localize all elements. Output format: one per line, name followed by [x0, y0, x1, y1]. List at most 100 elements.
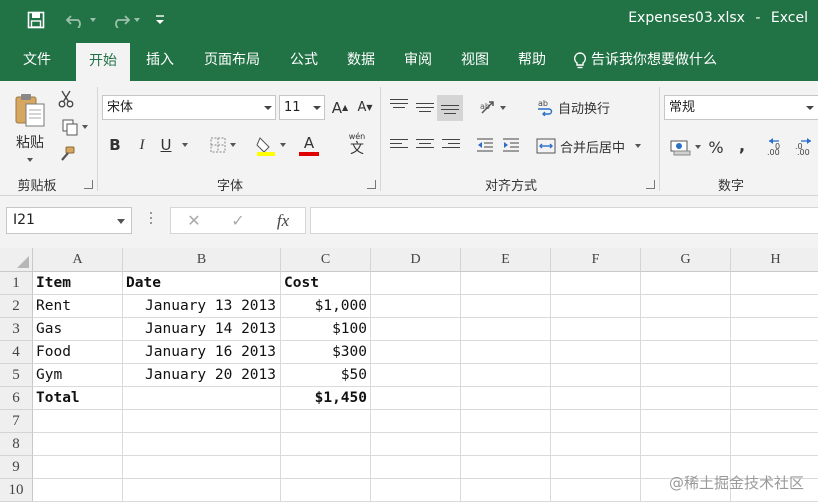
row-header[interactable]: 9: [0, 456, 33, 479]
cell-e5[interactable]: [461, 364, 551, 387]
tell-me-box[interactable]: 告诉我你想要做什么: [573, 40, 717, 81]
cell-e9[interactable]: [461, 456, 551, 479]
row-header[interactable]: 5: [0, 364, 33, 387]
increase-indent-icon[interactable]: [500, 135, 522, 157]
cell-e8[interactable]: [461, 433, 551, 456]
cell-a8[interactable]: [33, 433, 123, 456]
cell-b1[interactable]: Date: [123, 272, 281, 295]
cell-f6[interactable]: [551, 387, 641, 410]
cell-c9[interactable]: [281, 456, 371, 479]
percent-button[interactable]: %: [706, 135, 726, 159]
column-header-c[interactable]: C: [281, 248, 371, 272]
grip-icon[interactable]: [150, 212, 152, 228]
comma-button[interactable]: ,: [734, 133, 750, 157]
decrease-decimal-icon[interactable]: .0.00: [792, 133, 816, 159]
cell-h8[interactable]: [731, 433, 818, 456]
cell-f1[interactable]: [551, 272, 641, 295]
redo-icon[interactable]: [104, 8, 144, 32]
cell-c5[interactable]: $50: [281, 364, 371, 387]
cell-g7[interactable]: [641, 410, 731, 433]
decrease-indent-icon[interactable]: [474, 135, 496, 157]
cell-h2[interactable]: [731, 295, 818, 318]
cell-a4[interactable]: Food: [33, 341, 123, 364]
accounting-format-button[interactable]: [666, 135, 704, 159]
cell-d2[interactable]: [371, 295, 461, 318]
cell-e3[interactable]: [461, 318, 551, 341]
cell-d4[interactable]: [371, 341, 461, 364]
row-header[interactable]: 7: [0, 410, 33, 433]
cell-c6[interactable]: $1,450: [281, 387, 371, 410]
clipboard-launcher-icon[interactable]: [84, 180, 93, 189]
cell-a9[interactable]: [33, 456, 123, 479]
column-header-g[interactable]: G: [641, 248, 731, 272]
underline-button[interactable]: U: [156, 133, 176, 157]
cell-b4[interactable]: January 16 2013: [123, 341, 281, 364]
select-all-button[interactable]: [0, 248, 33, 272]
row-header[interactable]: 8: [0, 433, 33, 456]
cell-h5[interactable]: [731, 364, 818, 387]
cell-e1[interactable]: [461, 272, 551, 295]
cell-f9[interactable]: [551, 456, 641, 479]
align-left-icon[interactable]: [390, 139, 408, 153]
undo-icon[interactable]: [60, 8, 100, 32]
cell-e2[interactable]: [461, 295, 551, 318]
cell-f7[interactable]: [551, 410, 641, 433]
merge-center-button[interactable]: 合并后居中: [536, 133, 656, 159]
increase-decimal-icon[interactable]: .00 0: [764, 133, 788, 159]
customize-quick-access-icon[interactable]: [150, 8, 170, 32]
paste-button[interactable]: 粘贴: [8, 87, 52, 167]
cell-a7[interactable]: [33, 410, 123, 433]
font-size-select[interactable]: 11: [279, 95, 325, 120]
cell-d8[interactable]: [371, 433, 461, 456]
cell-d9[interactable]: [371, 456, 461, 479]
cell-h6[interactable]: [731, 387, 818, 410]
cell-c2[interactable]: $1,000: [281, 295, 371, 318]
cell-g6[interactable]: [641, 387, 731, 410]
orientation-button[interactable]: ab: [474, 97, 510, 119]
cell-c1[interactable]: Cost: [281, 272, 371, 295]
cell-b5[interactable]: January 20 2013: [123, 364, 281, 387]
row-header[interactable]: 4: [0, 341, 33, 364]
cell-f5[interactable]: [551, 364, 641, 387]
name-box[interactable]: I21: [6, 207, 132, 234]
cell-f10[interactable]: [551, 479, 641, 502]
cell-g1[interactable]: [641, 272, 731, 295]
cell-h1[interactable]: [731, 272, 818, 295]
row-header[interactable]: 10: [0, 479, 33, 502]
column-header-b[interactable]: B: [123, 248, 281, 272]
cell-d7[interactable]: [371, 410, 461, 433]
cell-f8[interactable]: [551, 433, 641, 456]
bold-button[interactable]: B: [105, 133, 125, 157]
cancel-icon[interactable]: ✕: [176, 208, 212, 233]
cell-a2[interactable]: Rent: [33, 295, 123, 318]
cell-b7[interactable]: [123, 410, 281, 433]
phonetic-button[interactable]: wén 文: [340, 129, 374, 159]
align-right-icon[interactable]: [442, 139, 460, 153]
cut-icon[interactable]: [56, 89, 76, 109]
cell-d6[interactable]: [371, 387, 461, 410]
font-name-select[interactable]: 宋体: [102, 95, 276, 120]
cell-f4[interactable]: [551, 341, 641, 364]
cell-c3[interactable]: $100: [281, 318, 371, 341]
borders-button[interactable]: [202, 133, 242, 157]
italic-button[interactable]: I: [132, 133, 152, 157]
middle-align-icon[interactable]: [416, 103, 434, 117]
top-align-icon[interactable]: [390, 99, 408, 113]
column-header-d[interactable]: D: [371, 248, 461, 272]
row-header[interactable]: 2: [0, 295, 33, 318]
cell-b6[interactable]: [123, 387, 281, 410]
bottom-align-button[interactable]: [437, 95, 463, 121]
cell-e10[interactable]: [461, 479, 551, 502]
alignment-launcher-icon[interactable]: [646, 180, 655, 189]
cell-e4[interactable]: [461, 341, 551, 364]
cell-b9[interactable]: [123, 456, 281, 479]
cell-a1[interactable]: Item: [33, 272, 123, 295]
number-format-select[interactable]: 常规: [664, 95, 818, 120]
cell-b2[interactable]: January 13 2013: [123, 295, 281, 318]
cell-d1[interactable]: [371, 272, 461, 295]
column-header-a[interactable]: A: [33, 248, 123, 272]
row-header[interactable]: 1: [0, 272, 33, 295]
font-color-button[interactable]: A: [290, 131, 328, 159]
cell-e6[interactable]: [461, 387, 551, 410]
column-header-h[interactable]: H: [731, 248, 818, 272]
